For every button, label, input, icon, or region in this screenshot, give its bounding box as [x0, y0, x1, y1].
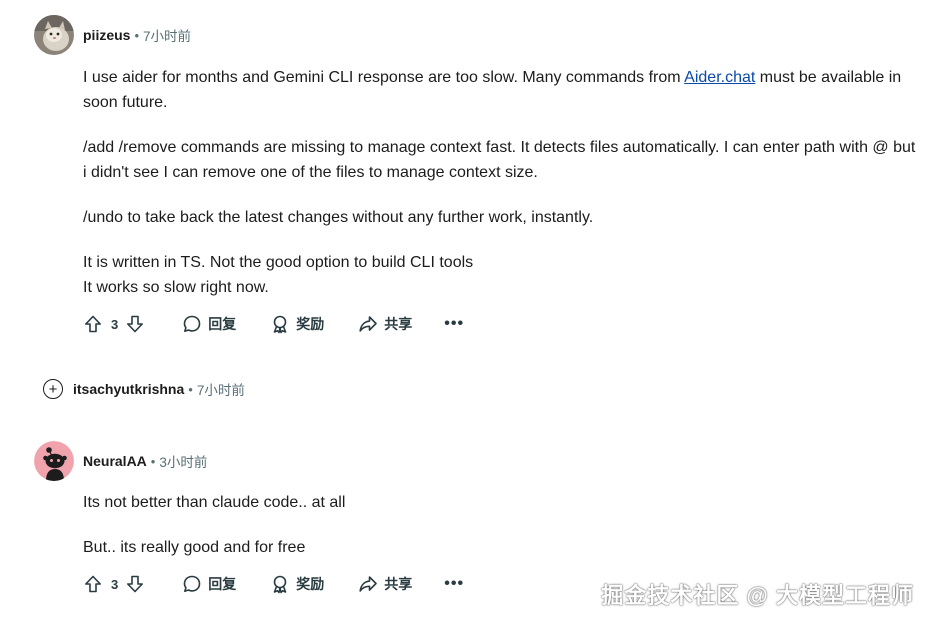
comment-header: piizeus • 7小时前 [34, 15, 191, 55]
reply-button[interactable]: 回复 [182, 314, 236, 334]
reply-label: 回复 [208, 316, 237, 332]
separator-dot: • [150, 453, 156, 469]
comment-thread: piizeus • 7小时前 I use aider for months an… [0, 0, 934, 627]
share-button[interactable]: 共享 [358, 314, 412, 334]
comment-actions: 3 回复 奖励 共享 ••• [83, 311, 464, 337]
award-label: 奖励 [296, 576, 325, 592]
comment-text: It works so slow right now. [83, 279, 269, 296]
award-button[interactable]: 奖励 [270, 574, 324, 594]
arrow-up-icon [85, 315, 101, 333]
comment-paragraph: /add /remove commands are missing to man… [83, 139, 916, 181]
vote-group: 3 [83, 574, 145, 594]
expand-comment-button[interactable]: + [43, 379, 63, 399]
more-options-icon: ••• [444, 315, 465, 332]
comment-paragraph: /undo to take back the latest changes wi… [83, 209, 594, 226]
comment-bubble-icon [183, 575, 201, 592]
comment-body: Its not better than claude code.. at all… [83, 490, 918, 560]
comment-actions: 3 回复 奖励 共享 ••• [83, 571, 464, 597]
arrow-down-icon [127, 315, 144, 333]
comment-body: I use aider for months and Gemini CLI re… [83, 65, 918, 300]
collapsed-comment-header: + itsachyutkrishna • 7小时前 [34, 369, 245, 409]
share-label: 共享 [384, 576, 413, 592]
comment-bubble-icon [183, 315, 201, 332]
more-options-button[interactable]: ••• [444, 575, 464, 593]
aider-chat-link[interactable]: Aider.chat [684, 69, 755, 86]
comment-text: I use aider for months and Gemini CLI re… [83, 69, 685, 86]
upvote-button[interactable] [83, 314, 103, 334]
share-icon [359, 576, 378, 592]
reply-button[interactable]: 回复 [182, 574, 236, 594]
comment-paragraph: Its not better than claude code.. at all [83, 494, 346, 511]
share-button[interactable]: 共享 [358, 574, 412, 594]
vote-count: 3 [111, 316, 119, 332]
avatar[interactable] [34, 441, 74, 481]
author-name[interactable]: itsachyutkrishna [73, 381, 184, 397]
reply-label: 回复 [208, 576, 237, 592]
award-icon [273, 575, 287, 594]
upvote-button[interactable] [83, 574, 103, 594]
award-label: 奖励 [296, 316, 325, 332]
award-icon [273, 315, 287, 334]
comment-paragraph: But.. its really good and for free [83, 539, 306, 556]
plus-icon: + [48, 380, 58, 398]
downvote-button[interactable] [125, 314, 145, 334]
arrow-up-icon [85, 575, 101, 593]
award-button[interactable]: 奖励 [270, 314, 324, 334]
share-icon [359, 316, 378, 332]
watermark: 掘金技术社区 @ 大模型工程师 [601, 583, 914, 608]
separator-dot: • [188, 381, 193, 397]
timestamp[interactable]: 7小时前 [197, 379, 245, 399]
separator-dot: • [134, 27, 140, 43]
arrow-down-icon [127, 575, 144, 593]
comment-text: It is written in TS. Not the good option… [83, 254, 474, 271]
share-label: 共享 [384, 316, 413, 332]
vote-count: 3 [111, 576, 119, 592]
author-name[interactable]: NeuralAA [83, 453, 147, 469]
more-options-button[interactable]: ••• [444, 315, 464, 333]
timestamp[interactable]: 3小时前 [159, 451, 207, 471]
comment-paragraph: It is written in TS. Not the good option… [83, 250, 918, 300]
avatar[interactable] [34, 15, 74, 55]
more-options-icon: ••• [444, 575, 465, 592]
comment-paragraph: I use aider for months and Gemini CLI re… [83, 65, 918, 115]
author-name[interactable]: piizeus [83, 27, 130, 43]
comment-header: NeuralAA • 3小时前 [34, 441, 207, 481]
downvote-button[interactable] [125, 574, 145, 594]
vote-group: 3 [83, 314, 145, 334]
timestamp[interactable]: 7小时前 [143, 25, 191, 45]
